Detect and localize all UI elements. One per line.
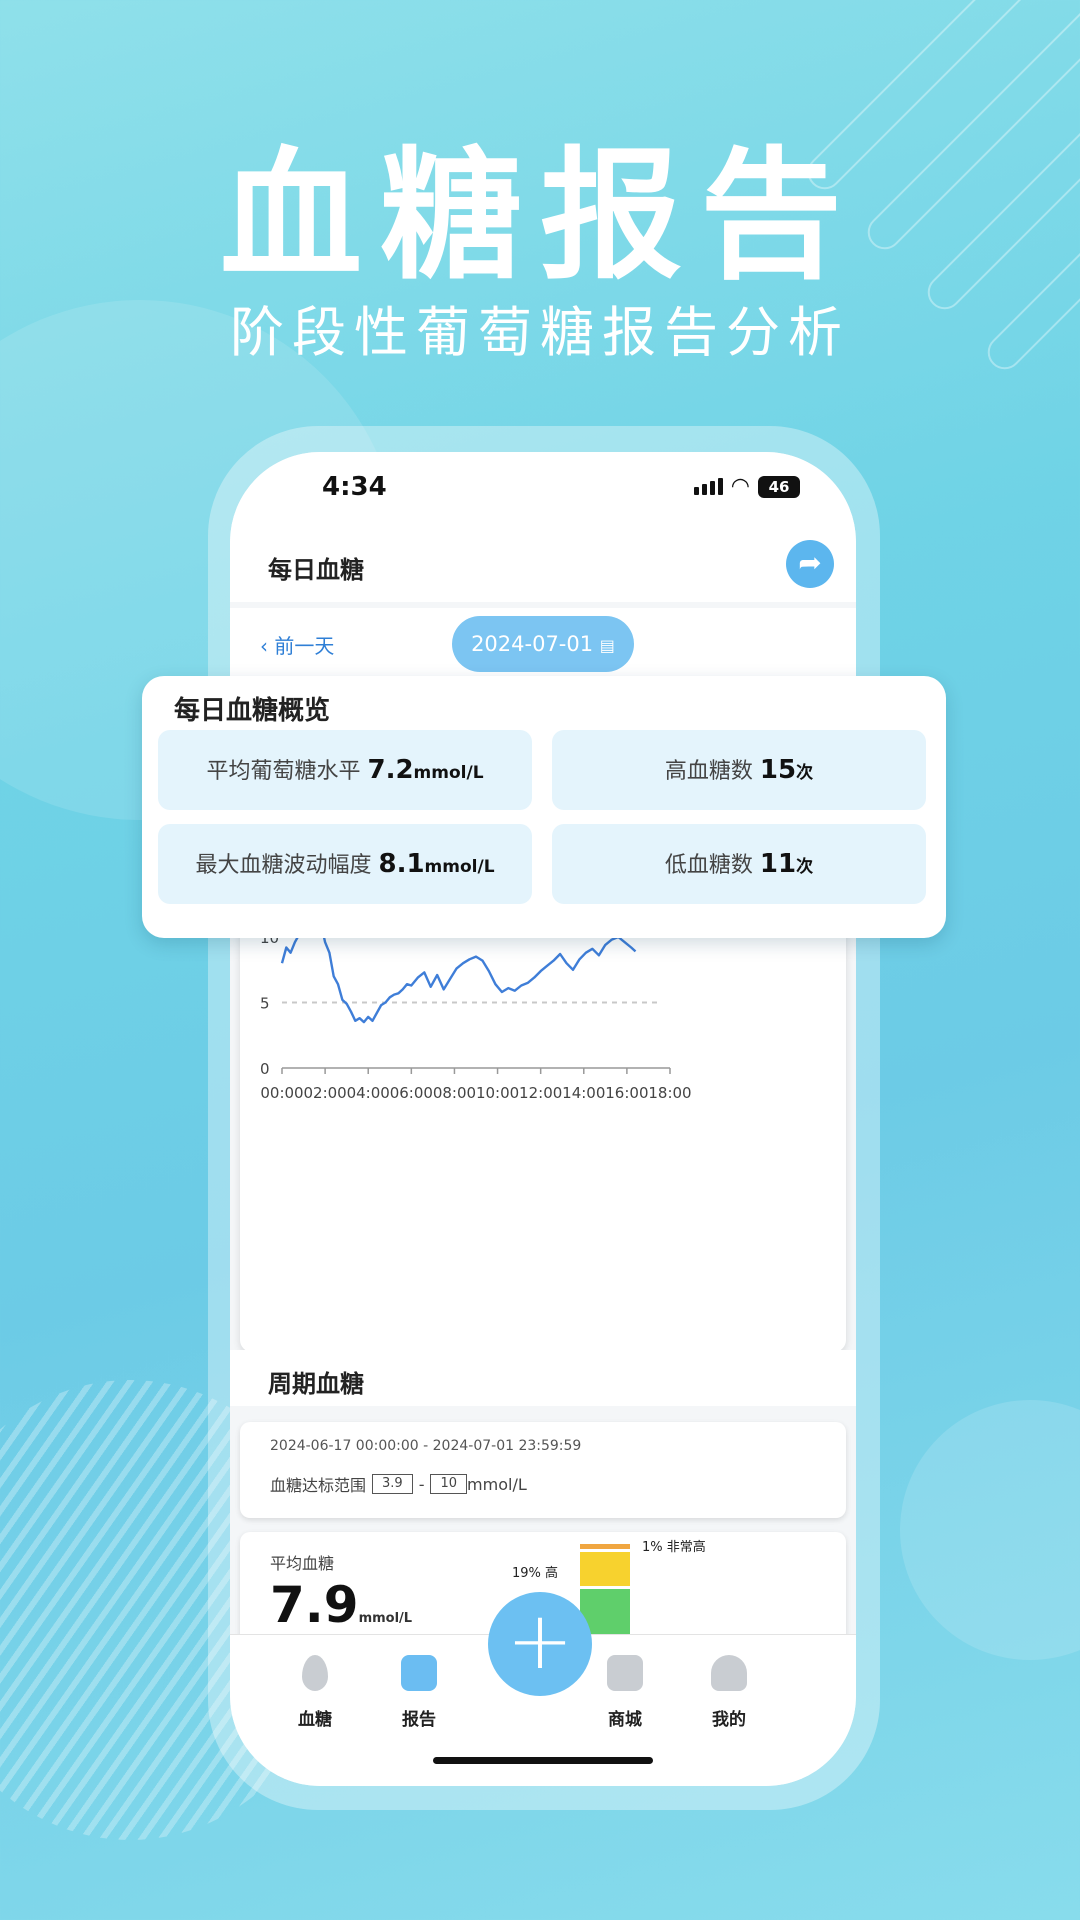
high-glucose-count-tile: 高血糖数 15次 [552,730,926,810]
avg-glucose-value: 7.9mmol/L [270,1576,412,1634]
previous-day-button[interactable]: ‹ 前一天 [260,630,334,659]
selected-date: 2024-07-01 [471,632,594,656]
tile-value: 8.1 [378,849,425,879]
period-range: 2024-06-17 00:00:00 - 2024-07-01 23:59:5… [270,1438,582,1454]
tile-label: 低血糖数 [664,853,753,878]
user-icon [711,1655,747,1691]
distribution-segment [580,1544,630,1549]
previous-day-label: 前一天 [274,634,335,658]
avg-glucose-label: 平均血糖 [270,1554,335,1573]
battery-icon: 46 [758,475,800,498]
tile-label: 最大血糖波动幅度 [195,853,372,878]
page-title: 每日血糖 [268,556,364,584]
home-indicator [433,1757,653,1764]
date-picker-button[interactable]: 2024-07-01 ▤ [452,616,634,672]
tile-label: 高血糖数 [664,759,753,784]
x-tick-label: 12:00 [519,1084,562,1102]
target-high-value: 10 [430,1474,468,1494]
y-tick-label: 0 [260,1060,270,1078]
overview-title: 每日血糖概览 [174,696,331,726]
status-time: 4:34 [322,472,387,502]
target-range-label: 血糖达标范围 [270,1476,367,1495]
target-low-value: 3.9 [372,1474,413,1494]
tab-profile[interactable]: 我的 [689,1655,769,1730]
x-tick-label: 06:00 [390,1084,433,1102]
signal-icon [693,478,723,495]
add-record-button[interactable]: + [488,1592,592,1696]
x-tick-label: 02:00 [303,1084,346,1102]
blood-drop-icon [302,1655,328,1691]
x-tick-label: 04:00 [347,1084,390,1102]
x-tick-label: 18:00 [648,1084,691,1102]
daily-overview-card: 每日血糖概览 平均葡萄糖水平 7.2mmol/L 高血糖数 15次 最大血糖波动… [142,676,946,938]
x-tick-label: 16:00 [605,1084,648,1102]
high-label: 19% 高 [512,1566,559,1581]
tab-label: 商城 [608,1710,642,1730]
tile-unit: 次 [796,763,814,783]
tile-value: 15 [759,755,797,785]
status-bar: 4:34 ◠ 46 [230,452,856,532]
tile-value: 7.2 [367,755,414,785]
very-high-label: 1% 非常高 [642,1540,706,1555]
chevron-left-icon: ‹ [260,634,275,658]
tab-report[interactable]: 报告 [379,1655,459,1730]
status-icons: ◠ 46 [693,474,800,499]
tab-glucose[interactable]: 血糖 [275,1655,355,1730]
tab-label: 我的 [712,1710,746,1730]
period-range-card: 2024-06-17 00:00:00 - 2024-07-01 23:59:5… [240,1422,846,1518]
tile-unit: mmol/L [424,857,495,877]
tab-store[interactable]: 商城 [585,1655,665,1730]
avg-glucose-tile: 平均葡萄糖水平 7.2mmol/L [158,730,532,810]
tab-label: 血糖 [298,1710,332,1730]
plus-icon: + [506,1594,574,1687]
hero-title: 血糖报告 [220,134,860,299]
wifi-icon: ◠ [730,474,750,499]
tab-label: 报告 [402,1710,436,1730]
x-tick-label: 10:00 [476,1084,519,1102]
app-header: 每日血糖 ➦ [230,532,856,602]
avg-value-unit: mmol/L [358,1611,413,1626]
distribution-segment [580,1552,630,1586]
phone-screen: 4:34 ◠ 46 每日血糖 ➦ ‹ 前一天 2024-07-01 ▤ 0 5 10… [230,452,856,1786]
target-separator: - [418,1474,425,1494]
tile-unit: 次 [796,857,814,877]
calendar-icon: ▤ [599,636,615,655]
period-section-title: 周期血糖 [268,1370,364,1398]
background-circle [900,1400,1080,1660]
hero-subtitle: 阶段性葡萄糖报告分析 [230,301,850,364]
date-navigation: ‹ 前一天 2024-07-01 ▤ [230,608,856,678]
x-tick-label: 08:00 [433,1084,476,1102]
share-button[interactable]: ➦ [786,540,834,588]
low-glucose-count-tile: 低血糖数 11次 [552,824,926,904]
target-unit: mmol/L [467,1474,527,1494]
store-icon [607,1655,643,1691]
max-fluctuation-tile: 最大血糖波动幅度 8.1mmol/L [158,824,532,904]
x-tick-label: 00:00 [260,1084,303,1102]
target-range: 血糖达标范围 3.9 - 10 mmol/L [270,1472,527,1496]
y-tick-label: 5 [260,995,270,1013]
tile-label: 平均葡萄糖水平 [206,759,361,784]
tile-unit: mmol/L [413,763,484,783]
tile-value: 11 [759,849,797,879]
avg-value-number: 7.9 [270,1576,359,1634]
share-icon: ➦ [798,546,822,579]
report-chart-icon [401,1655,437,1691]
x-tick-label: 14:00 [562,1084,605,1102]
